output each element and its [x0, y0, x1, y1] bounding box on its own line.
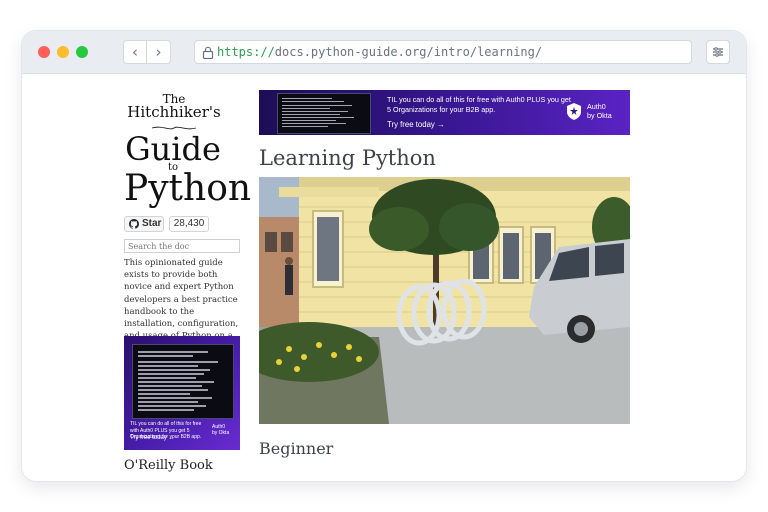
address-bar[interactable]: https://docs.python-guide.org/intro/lear…: [194, 40, 692, 64]
github-icon: [129, 219, 139, 229]
logo-python: Python: [124, 168, 252, 209]
page-title: Learning Python: [259, 146, 436, 170]
logo-guide: Guide: [125, 130, 221, 168]
url-scheme: https://: [217, 45, 275, 59]
sidebar-section-title: O'Reilly Book: [124, 458, 213, 473]
site-logo[interactable]: The Hitchhiker's Guide to Python: [124, 92, 252, 209]
street-scene-illustration: [259, 177, 630, 424]
minimize-window-button[interactable]: [57, 46, 69, 58]
hero-photo: [259, 177, 630, 424]
lock-icon: [202, 46, 214, 59]
star-count[interactable]: 28,430: [169, 216, 209, 232]
sliders-icon: [713, 47, 723, 57]
search-input[interactable]: [124, 239, 240, 253]
top-ad-brand: Auth0 by Okta: [587, 102, 612, 120]
top-ad-copy: TIL you can do all of this for free with…: [387, 95, 571, 114]
terminal-screenshot: [132, 344, 234, 419]
top-ad-brand-line1: Auth0: [587, 102, 606, 111]
top-ad-brand-line2: by Okta: [587, 111, 612, 120]
top-ad-cta[interactable]: Try free today →: [387, 120, 445, 129]
sidebar-ad-brand: Auth0 by Okta: [212, 424, 229, 436]
github-star-button[interactable]: Star: [124, 216, 164, 232]
settings-button[interactable]: [706, 40, 730, 64]
close-window-button[interactable]: [38, 46, 50, 58]
star-label: Star: [142, 218, 162, 229]
terminal-screenshot: [277, 93, 371, 134]
url-path: docs.python-guide.org/intro/learning/: [274, 45, 543, 59]
back-button[interactable]: ‹: [123, 40, 147, 64]
sidebar-ad[interactable]: TIL you can do all of this for free with…: [124, 336, 240, 450]
shield-icon: [567, 103, 581, 120]
sidebar-ad-brand-line2: by Okta: [212, 430, 230, 436]
top-ad-banner[interactable]: TIL you can do all of this for free with…: [259, 90, 630, 135]
logo-hitchhikers: Hitchhiker's: [127, 103, 221, 121]
sidebar-ad-cta[interactable]: Try free today →: [130, 435, 174, 441]
maximize-window-button[interactable]: [76, 46, 88, 58]
page-content: The Hitchhiker's Guide to Python Star 28…: [22, 74, 746, 481]
browser-toolbar: ‹ › https://docs.python-guide.org/intro/…: [22, 31, 746, 74]
forward-button[interactable]: ›: [147, 40, 171, 64]
chevron-left-icon: ‹: [132, 43, 138, 61]
url-text: https://docs.python-guide.org/intro/lear…: [217, 45, 542, 59]
browser-window: ‹ › https://docs.python-guide.org/intro/…: [22, 31, 746, 481]
section-heading: Beginner: [259, 439, 334, 458]
chevron-right-icon: ›: [155, 43, 162, 61]
